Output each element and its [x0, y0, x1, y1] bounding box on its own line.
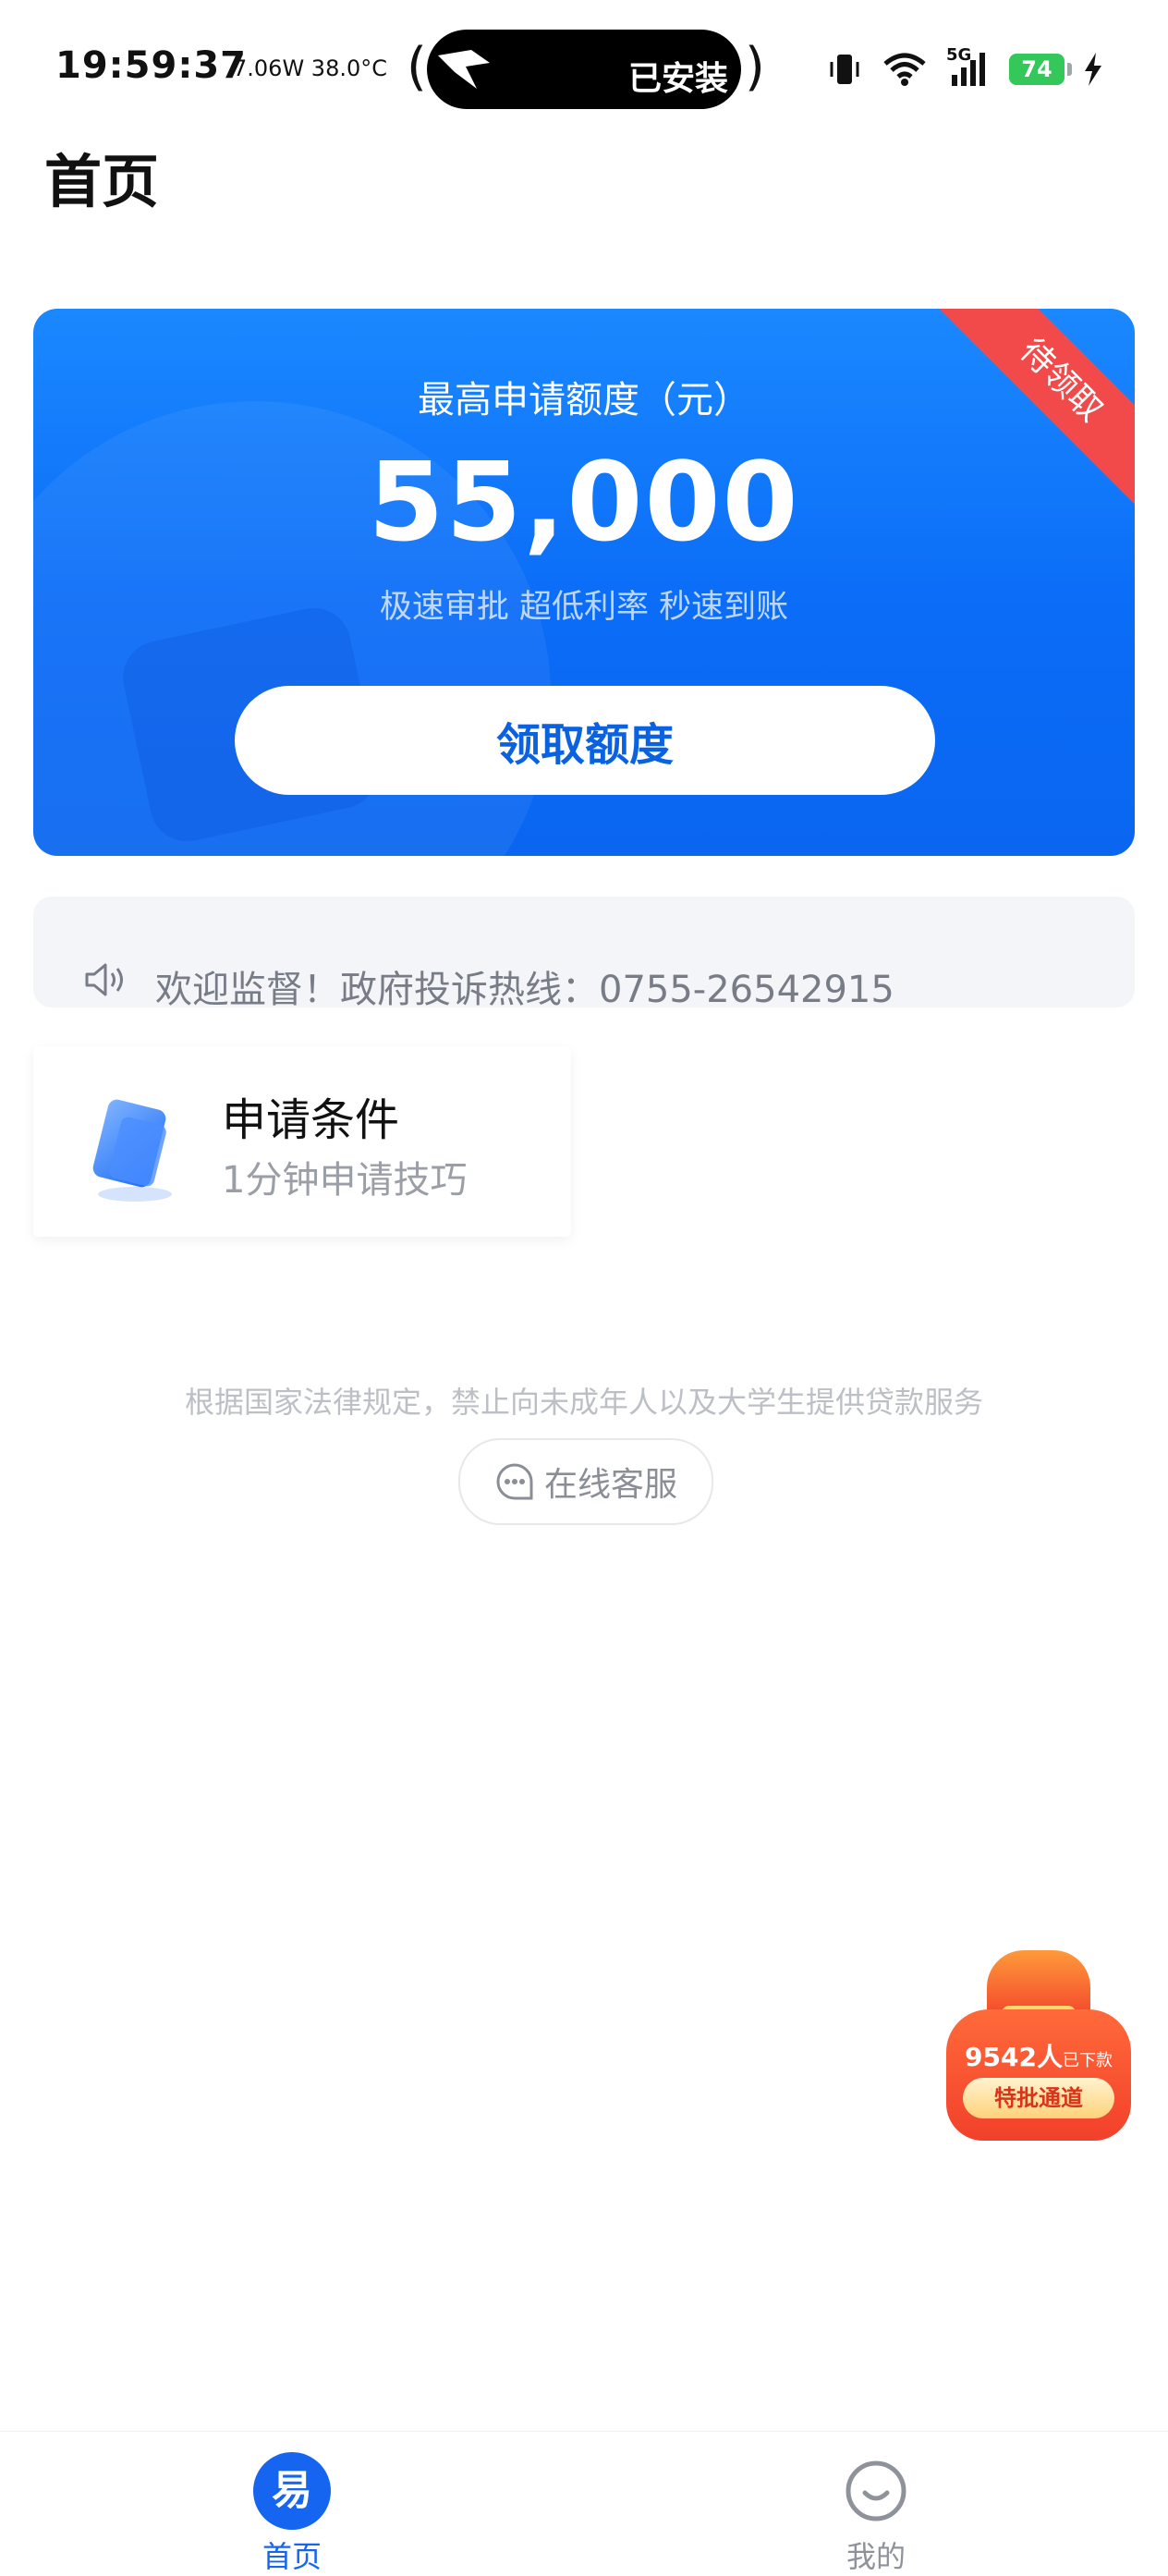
tab-home-label: 首页 [262, 2539, 322, 2574]
tab-mine[interactable]: 我的 [784, 2452, 968, 2576]
home-logo-icon: 易 [253, 2452, 331, 2530]
island-status-text: 已安装 [628, 60, 729, 98]
lucky-bag-icon [946, 2009, 1131, 2141]
promo-count-number: 9542人 [965, 2042, 1063, 2072]
complaint-hotline-notice: 欢迎监督！政府投诉热线：0755-26542915 [33, 897, 1135, 1007]
claim-limit-button[interactable]: 领取额度 [235, 686, 935, 795]
conditions-title: 申请条件 [222, 1094, 400, 1146]
conditions-subtitle: 1分钟申请技巧 [222, 1159, 468, 1202]
max-limit-label: 最高申请额度（元） [418, 379, 750, 421]
bird-logo-icon [438, 50, 490, 89]
smile-face-icon [846, 2460, 906, 2521]
status-power-temp: 7.06W 38.0°C [233, 55, 387, 81]
document-3d-icon [92, 1099, 172, 1202]
vibrate-icon [830, 55, 859, 84]
status-bar: 19:59:37 7.06W 38.0°C ( 已安装 ) 5G 74 [0, 0, 1168, 139]
battery-level: 74 [1021, 56, 1052, 82]
cellular-signal-icon: 5G [946, 45, 991, 88]
promo-loan-count: 9542人已下款 [946, 2037, 1131, 2074]
page-title: 首页 [44, 148, 160, 215]
battery-indicator: 74 [1009, 54, 1072, 85]
status-icons: 5G 74 [826, 45, 1103, 91]
status-time: 19:59:37 [55, 44, 247, 87]
credit-limit-card: 待领取 最高申请额度（元） 55,000 极速审批 超低利率 秒速到账 领取额度 [33, 309, 1135, 856]
chat-bubble-icon [496, 1463, 533, 1500]
tab-mine-label: 我的 [846, 2539, 906, 2574]
online-customer-service-button[interactable]: 在线客服 [458, 1438, 713, 1525]
island-bracket-right: ) [745, 37, 765, 97]
promo-count-suffix: 已下款 [1062, 2051, 1113, 2070]
special-channel-button[interactable]: 特批通道 [963, 2078, 1114, 2118]
special-channel-promo[interactable]: 9542人已下款 特批通道 [946, 1945, 1131, 2141]
bottom-tab-bar: 易 首页 我的 [0, 2431, 1168, 2574]
max-limit-amount: 55,000 [368, 438, 800, 566]
legal-disclaimer: 根据国家法律规定，禁止向未成年人以及大学生提供贷款服务 [184, 1385, 983, 1420]
feature-tagline: 极速审批 超低利率 秒速到账 [379, 589, 789, 626]
speaker-icon [85, 963, 123, 996]
notice-text: 欢迎监督！政府投诉热线：0755-26542915 [155, 969, 894, 1007]
tab-home[interactable]: 易 首页 [200, 2452, 384, 2576]
wifi-icon [883, 53, 926, 86]
charging-bolt-icon [1085, 53, 1101, 86]
application-conditions-card[interactable]: 申请条件 1分钟申请技巧 [33, 1046, 571, 1237]
customer-service-label: 在线客服 [543, 1466, 677, 1504]
island-bracket-left: ( [407, 37, 427, 97]
